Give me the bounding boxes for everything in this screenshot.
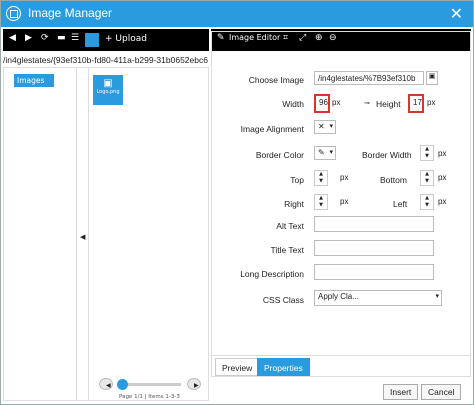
forward-icon[interactable]: ▶ bbox=[25, 33, 32, 43]
title-bar: Image Manager ✕ bbox=[1, 1, 473, 27]
width-label: Width bbox=[282, 99, 304, 109]
browse-image-icon[interactable]: ▣ bbox=[426, 71, 438, 85]
border-width-stepper[interactable]: ▲ ▼ bbox=[420, 145, 434, 161]
refresh-icon[interactable]: ⟳ bbox=[41, 33, 49, 43]
height-input[interactable]: 17 bbox=[408, 94, 424, 113]
alignment-dropdown[interactable]: ✕ ▾ bbox=[314, 120, 336, 134]
top-stepper[interactable]: ▲ ▼ bbox=[314, 170, 328, 186]
image-manager-dialog: Image Manager ✕ ◀ ▶ ⟳ ▬ ☰ + Upload /in4g… bbox=[0, 0, 474, 405]
title-text-label: Title Text bbox=[270, 245, 304, 255]
left-stepper[interactable]: ▲ ▼ bbox=[420, 194, 434, 210]
dialog-title: Image Manager bbox=[28, 6, 113, 20]
tab-properties[interactable]: Properties bbox=[257, 358, 310, 376]
bottom-unit: px bbox=[438, 173, 447, 182]
height-label: Height bbox=[376, 99, 401, 109]
slider-knob[interactable] bbox=[117, 379, 128, 390]
left-label: Left bbox=[393, 199, 408, 209]
file-browser: Images ◀ ▣ Logo.png ◀ ▶ Page 1/1 | Items… bbox=[3, 67, 209, 401]
border-width-unit: px bbox=[438, 149, 447, 158]
tab-preview[interactable]: Preview bbox=[215, 358, 260, 376]
long-description-label: Long Description bbox=[240, 269, 304, 279]
properties-panel: Choose Image /in4glestates/%7B93ef310b ▣… bbox=[211, 31, 471, 377]
slider-next-icon[interactable]: ▶ bbox=[187, 378, 201, 390]
alignment-value: ✕ bbox=[318, 122, 325, 131]
right-stepper[interactable]: ▲ ▼ bbox=[314, 194, 328, 210]
list-view-icon[interactable]: ☰ bbox=[71, 33, 79, 43]
close-icon[interactable]: ✕ bbox=[450, 4, 463, 23]
color-picker-icon: ✎ bbox=[318, 148, 325, 157]
tree-item-images[interactable]: Images bbox=[14, 74, 54, 87]
file-thumbnail[interactable]: ▣ Logo.png bbox=[93, 75, 123, 105]
right-unit: px bbox=[340, 197, 349, 206]
width-unit: px bbox=[332, 98, 341, 107]
cancel-button[interactable]: Cancel bbox=[421, 384, 462, 400]
alt-text-input[interactable] bbox=[314, 216, 434, 232]
chevron-down-icon: ▾ bbox=[329, 123, 333, 130]
border-color-picker[interactable]: ✎ ▾ bbox=[314, 146, 336, 160]
bottom-stepper[interactable]: ▲ ▼ bbox=[420, 170, 434, 186]
upload-button[interactable]: + Upload bbox=[105, 34, 147, 44]
pagination-info: Page 1/1 | Items 1-3-3 bbox=[119, 394, 180, 400]
folder-tree: Images bbox=[4, 68, 77, 400]
border-color-label: Border Color bbox=[255, 150, 304, 160]
long-description-input[interactable] bbox=[314, 264, 434, 280]
dialog-app-icon bbox=[6, 6, 21, 21]
collapse-pane-icon[interactable]: ◀ bbox=[80, 233, 85, 241]
height-unit: px bbox=[427, 98, 436, 107]
insert-button[interactable]: Insert bbox=[383, 384, 419, 400]
border-width-label: Border Width bbox=[362, 150, 412, 160]
css-class-label: CSS Class bbox=[262, 295, 304, 305]
current-path: /in4glestates/{93ef310b-fd80-411a-b299-3… bbox=[3, 55, 208, 65]
file-name: Logo.png bbox=[96, 89, 120, 95]
title-text-input[interactable] bbox=[314, 240, 434, 256]
grid-view-icon[interactable] bbox=[85, 33, 99, 47]
tree-item-label: Images bbox=[17, 76, 45, 85]
slider-prev-icon[interactable]: ◀ bbox=[99, 378, 113, 390]
zoom-slider[interactable]: ◀ ▶ bbox=[99, 378, 201, 392]
left-unit: px bbox=[438, 197, 447, 206]
folder-icon[interactable]: ▬ bbox=[57, 33, 66, 43]
back-icon[interactable]: ◀ bbox=[9, 33, 16, 43]
width-input[interactable]: 96 bbox=[314, 94, 330, 113]
editor-tabs: Preview Properties bbox=[211, 355, 471, 377]
top-label: Top bbox=[290, 175, 304, 185]
file-list: ▣ Logo.png ◀ ▶ Page 1/1 | Items 1-3-3 bbox=[88, 68, 209, 400]
link-icon[interactable]: ⊸ bbox=[364, 99, 370, 107]
chevron-down-icon: ▾ bbox=[329, 149, 333, 156]
image-file-icon: ▣ bbox=[103, 78, 113, 89]
file-toolbar: ◀ ▶ ⟳ ▬ ☰ + Upload bbox=[3, 29, 209, 51]
top-unit: px bbox=[340, 173, 349, 182]
image-alignment-label: Image Alignment bbox=[240, 124, 304, 134]
bottom-label: Bottom bbox=[380, 175, 407, 185]
css-class-dropdown[interactable]: Apply Cla... ▾ bbox=[314, 290, 442, 306]
choose-image-input[interactable]: /in4glestates/%7B93ef310b bbox=[314, 71, 424, 85]
chevron-down-icon: ▾ bbox=[435, 293, 439, 300]
css-class-value: Apply Cla... bbox=[318, 292, 359, 301]
choose-image-label: Choose Image bbox=[248, 75, 304, 85]
right-label: Right bbox=[284, 199, 304, 209]
alt-text-label: Alt Text bbox=[276, 221, 304, 231]
